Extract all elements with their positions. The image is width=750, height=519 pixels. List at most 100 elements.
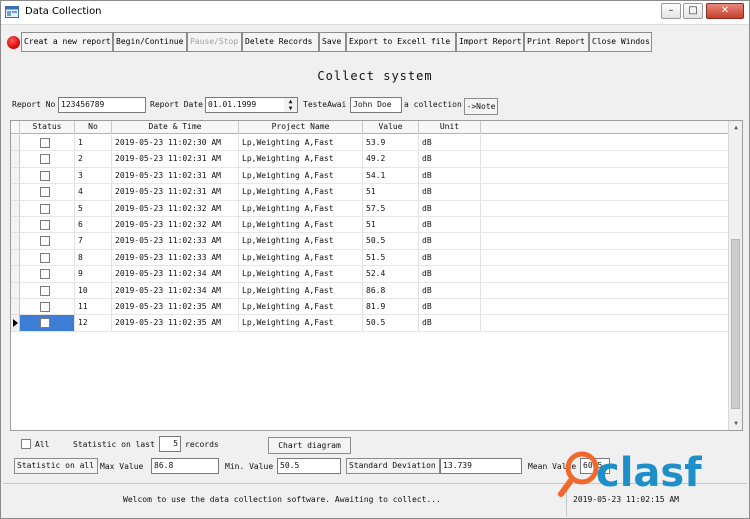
spin-up-icon[interactable]: ▲ (284, 98, 297, 105)
table-row[interactable]: 11 2019-05-23 11:02:35 AM Lp,Weighting A,F… (11, 299, 729, 316)
status-checkbox[interactable] (40, 285, 50, 296)
status-cell (20, 184, 75, 201)
row-header[interactable] (11, 315, 20, 332)
row-header[interactable] (11, 282, 20, 299)
status-checkbox[interactable] (40, 154, 50, 165)
header-value[interactable]: Value (363, 121, 419, 134)
table-row[interactable]: 3 2019-05-23 11:02:31 AM Lp,Weighting A,Fa… (11, 167, 729, 185)
cell-filler (481, 233, 729, 250)
min-value-field: 50.5 (277, 458, 341, 474)
row-header[interactable] (11, 184, 20, 201)
row-header[interactable] (11, 167, 20, 185)
print-report-button[interactable]: Print Report (524, 32, 589, 52)
import-report-button[interactable]: Import Report (456, 32, 524, 52)
cell-filler (481, 167, 729, 185)
new-report-button[interactable]: Creat a new report (21, 32, 113, 52)
chart-diagram-button[interactable]: Chart diagram (268, 437, 351, 454)
cell-datetime: 2019-05-23 11:02:35 AM (112, 315, 239, 332)
header-datetime[interactable]: Date & Time (112, 121, 239, 134)
row-header[interactable] (11, 151, 20, 168)
export-excel-button[interactable]: Export to Excell file (346, 32, 456, 52)
delete-records-button[interactable]: Delete Records (242, 32, 319, 52)
cell-filler (481, 299, 729, 316)
status-checkbox[interactable] (40, 318, 50, 329)
all-checkbox[interactable] (21, 439, 31, 449)
cell-unit: dB (419, 299, 481, 316)
status-cell (20, 233, 75, 250)
table-row[interactable]: 8 2019-05-23 11:02:33 AM Lp,Weighting A,Fa… (11, 249, 729, 267)
grid-vertical-scrollbar[interactable]: ▲ ▼ (728, 121, 742, 430)
status-checkbox[interactable] (40, 269, 50, 280)
header-status[interactable]: Status (20, 121, 75, 134)
status-message: Welcom to use the data collection softwa… (123, 495, 441, 504)
date-spinner[interactable]: ▲ ▼ (284, 97, 298, 113)
table-row[interactable]: 10 2019-05-23 11:02:34 AM Lp,Weighting A,F… (11, 282, 729, 299)
cell-project-name: Lp,Weighting A,Fast (239, 200, 363, 217)
minimize-button[interactable]: – (661, 3, 681, 19)
status-checkbox[interactable] (40, 170, 50, 181)
status-checkbox[interactable] (40, 203, 50, 214)
app-window: Data Collection – □ ✕ Creat a new report… (0, 0, 750, 519)
table-row[interactable]: 9 2019-05-23 11:02:34 AM Lp,Weighting A,Fa… (11, 266, 729, 283)
cell-unit: dB (419, 249, 481, 267)
status-cell (20, 151, 75, 168)
statistic-all-button[interactable]: Statistic on all (14, 458, 98, 474)
row-header[interactable] (11, 135, 20, 152)
tester-input[interactable]: John Doe (350, 97, 402, 113)
cell-no: 2 (75, 151, 112, 168)
cell-filler (481, 151, 729, 168)
header-no[interactable]: No (75, 121, 112, 134)
cell-unit: dB (419, 217, 481, 234)
status-checkbox[interactable] (40, 236, 50, 247)
collection-label: a collection (404, 100, 462, 109)
cell-value: 53.9 (363, 135, 419, 152)
cell-project-name: Lp,Weighting A,Fast (239, 151, 363, 168)
scroll-up-icon[interactable]: ▲ (729, 121, 742, 134)
status-checkbox[interactable] (40, 138, 50, 148)
report-no-input[interactable]: 123456789 (58, 97, 146, 113)
maximize-button[interactable]: □ (683, 3, 703, 19)
std-deviation-field: 13.739 (440, 458, 522, 474)
row-header[interactable] (11, 266, 20, 283)
table-row[interactable]: 6 2019-05-23 11:02:32 AM Lp,Weighting A,Fa… (11, 217, 729, 234)
header-project-name[interactable]: Project Name (239, 121, 363, 134)
row-header[interactable] (11, 200, 20, 217)
statistic-last-input[interactable]: 5 (159, 436, 181, 452)
scroll-thumb[interactable] (731, 239, 740, 409)
save-button[interactable]: Save (319, 32, 346, 52)
status-checkbox[interactable] (40, 302, 50, 312)
table-row[interactable]: 12 2019-05-23 11:02:35 AM Lp,Weighting A,F… (11, 315, 729, 332)
scroll-down-icon[interactable]: ▼ (729, 417, 742, 430)
table-row[interactable]: 2 2019-05-23 11:02:31 AM Lp,Weighting A,Fa… (11, 151, 729, 168)
close-window-button[interactable]: ✕ (706, 3, 744, 19)
table-row[interactable]: 5 2019-05-23 11:02:32 AM Lp,Weighting A,Fa… (11, 200, 729, 217)
row-header[interactable] (11, 249, 20, 267)
cell-value: 81.9 (363, 299, 419, 316)
status-cell (20, 299, 75, 316)
table-row[interactable]: 1 2019-05-23 11:02:30 AM Lp,Weighting A,Fa… (11, 135, 729, 152)
cell-value: 51 (363, 217, 419, 234)
report-date-input[interactable]: 01.01.1999 (205, 97, 285, 113)
pause-stop-button[interactable]: Pause/Stop (187, 32, 242, 52)
title-bar[interactable]: Data Collection – □ ✕ (1, 1, 749, 25)
begin-continue-button[interactable]: Begin/Continue (113, 32, 187, 52)
table-row[interactable]: 7 2019-05-23 11:02:33 AM Lp,Weighting A,Fa… (11, 233, 729, 250)
status-checkbox[interactable] (40, 187, 50, 198)
status-checkbox[interactable] (40, 252, 50, 263)
cell-project-name: Lp,Weighting A,Fast (239, 217, 363, 234)
table-row[interactable]: 4 2019-05-23 11:02:31 AM Lp,Weighting A,Fa… (11, 184, 729, 201)
records-grid[interactable]: Status No Date & Time Project Name Value… (10, 120, 743, 431)
row-header[interactable] (11, 299, 20, 316)
row-header[interactable] (11, 233, 20, 250)
note-button[interactable]: ->Note (464, 98, 498, 115)
close-windos-button[interactable]: Close Windos (589, 32, 652, 52)
cell-unit: dB (419, 200, 481, 217)
row-header[interactable] (11, 217, 20, 234)
cell-datetime: 2019-05-23 11:02:30 AM (112, 135, 239, 152)
cell-value: 51.5 (363, 249, 419, 267)
spin-down-icon[interactable]: ▼ (284, 105, 297, 112)
cell-datetime: 2019-05-23 11:02:31 AM (112, 151, 239, 168)
cell-project-name: Lp,Weighting A,Fast (239, 266, 363, 283)
status-checkbox[interactable] (40, 220, 50, 230)
header-unit[interactable]: Unit (419, 121, 481, 134)
